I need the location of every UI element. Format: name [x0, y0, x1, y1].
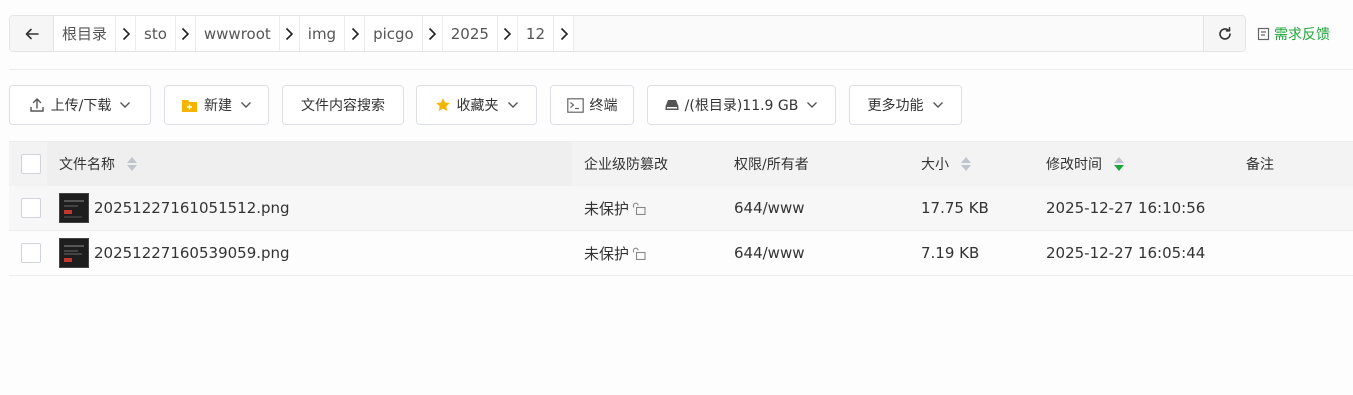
row-select-cell	[21, 231, 41, 275]
chevron-right-icon[interactable]	[280, 16, 300, 51]
header-tamper-label: 企业级防篡改	[584, 157, 668, 173]
header-note-label: 备注	[1246, 157, 1274, 173]
breadcrumb-item[interactable]: 12	[518, 16, 555, 51]
feedback-label: 需求反馈	[1274, 27, 1330, 43]
content-search-button[interactable]: 文件内容搜索	[282, 85, 404, 125]
chevron-down-icon	[806, 101, 818, 109]
image-thumbnail[interactable]	[59, 238, 89, 268]
refresh-button[interactable]	[1203, 16, 1245, 51]
refresh-icon	[1218, 26, 1231, 40]
back-button[interactable]	[10, 16, 54, 51]
favorites-label: 收藏夹	[456, 98, 499, 114]
unlock-icon[interactable]	[632, 247, 646, 260]
favorites-button[interactable]: 收藏夹	[416, 85, 537, 125]
chevron-right-icon[interactable]	[423, 16, 443, 51]
upload-download-button[interactable]: 上传/下载	[9, 85, 151, 125]
perm-cell[interactable]: 644/www	[734, 186, 805, 230]
perm-value: 644/www	[734, 199, 805, 217]
disk-label: /(根目录)11.9 GB	[684, 98, 799, 114]
terminal-button[interactable]: 终端	[550, 85, 634, 125]
folder-plus-icon	[181, 98, 198, 113]
mtime-cell: 2025-12-27 16:10:56	[1046, 186, 1205, 230]
row-select-cell	[21, 186, 41, 230]
image-thumbnail[interactable]	[59, 193, 89, 223]
edit-note-icon	[1257, 27, 1270, 41]
table-row[interactable]: 20251227160539059.png 未保护 644/www 7.19 K…	[9, 231, 1353, 276]
size-value: 7.19 KB	[921, 244, 980, 262]
header-name-label: 文件名称	[59, 157, 115, 173]
chevron-right-icon[interactable]	[176, 16, 196, 51]
breadcrumb: 根目录 sto wwwroot img picgo 2025 12	[9, 15, 1246, 52]
disk-icon	[665, 99, 679, 111]
content-search-label: 文件内容搜索	[301, 98, 385, 114]
arrow-left-icon	[25, 28, 39, 39]
header-size[interactable]: 大小	[921, 142, 971, 186]
perm-cell[interactable]: 644/www	[734, 231, 805, 275]
tamper-status: 未保护	[584, 244, 630, 263]
tamper-status: 未保护	[584, 199, 630, 218]
sort-desc-icon[interactable]	[1114, 157, 1124, 171]
row-checkbox[interactable]	[21, 243, 41, 263]
header-size-label: 大小	[921, 157, 949, 173]
file-name[interactable]: 20251227161051512.png	[94, 199, 290, 217]
chevron-down-icon	[240, 101, 252, 109]
breadcrumb-list: 根目录 sto wwwroot img picgo 2025 12	[54, 16, 1203, 51]
file-name-cell: 20251227160539059.png	[59, 231, 290, 275]
breadcrumb-item[interactable]: wwwroot	[196, 16, 280, 51]
feedback-link[interactable]: 需求反馈	[1257, 24, 1330, 44]
breadcrumb-item[interactable]: 2025	[443, 16, 498, 51]
select-all-cell	[21, 142, 41, 186]
upload-icon	[29, 97, 45, 113]
chevron-right-icon[interactable]	[554, 16, 575, 51]
size-value: 17.75 KB	[921, 199, 989, 217]
file-name-cell: 20251227161051512.png	[59, 186, 290, 230]
header-mtime[interactable]: 修改时间	[1046, 142, 1124, 186]
chevron-down-icon	[507, 101, 519, 109]
terminal-icon	[566, 97, 584, 113]
select-all-checkbox[interactable]	[21, 154, 41, 174]
more-functions-button[interactable]: 更多功能	[849, 85, 962, 125]
mtime-cell: 2025-12-27 16:05:44	[1046, 231, 1205, 275]
header-mtime-label: 修改时间	[1046, 157, 1102, 173]
chevron-right-icon[interactable]	[116, 16, 137, 51]
path-input-area[interactable]	[574, 16, 1203, 51]
disk-select-button[interactable]: /(根目录)11.9 GB	[647, 85, 836, 125]
breadcrumb-item[interactable]: 根目录	[54, 16, 117, 51]
terminal-label: 终端	[589, 98, 618, 114]
unlock-icon[interactable]	[632, 202, 646, 215]
sort-icon[interactable]	[961, 157, 971, 171]
star-icon	[435, 97, 451, 113]
file-name[interactable]: 20251227160539059.png	[94, 244, 290, 262]
more-functions-label: 更多功能	[867, 98, 924, 114]
breadcrumb-item[interactable]: img	[300, 16, 346, 51]
chevron-down-icon	[932, 101, 944, 109]
tamper-cell: 未保护	[584, 231, 646, 275]
header-name[interactable]: 文件名称	[59, 142, 137, 186]
upload-download-label: 上传/下载	[50, 98, 112, 114]
mtime-value: 2025-12-27 16:10:56	[1046, 199, 1206, 217]
table-header: 文件名称 企业级防篡改 权限/所有者 大小 修改时间 备注	[9, 141, 1353, 186]
row-checkbox[interactable]	[21, 198, 41, 218]
chevron-down-icon	[119, 101, 131, 109]
new-label: 新建	[204, 98, 232, 114]
divider	[9, 69, 1353, 70]
header-note: 备注	[1246, 142, 1274, 186]
size-cell: 17.75 KB	[921, 186, 989, 230]
breadcrumb-item[interactable]: sto	[136, 16, 176, 51]
size-cell: 7.19 KB	[921, 231, 979, 275]
header-tamper: 企业级防篡改	[584, 142, 668, 186]
mtime-value: 2025-12-27 16:05:44	[1046, 244, 1206, 262]
header-perm-label: 权限/所有者	[734, 157, 809, 173]
header-perm: 权限/所有者	[734, 142, 809, 186]
breadcrumb-item[interactable]: picgo	[365, 16, 423, 51]
chevron-right-icon[interactable]	[498, 16, 518, 51]
tamper-cell: 未保护	[584, 186, 646, 230]
table-row[interactable]: 20251227161051512.png 未保护 644/www 17.75 …	[9, 186, 1353, 231]
sort-icon[interactable]	[127, 157, 137, 171]
new-button[interactable]: 新建	[164, 85, 269, 125]
chevron-right-icon[interactable]	[345, 16, 366, 51]
perm-value: 644/www	[734, 244, 805, 262]
